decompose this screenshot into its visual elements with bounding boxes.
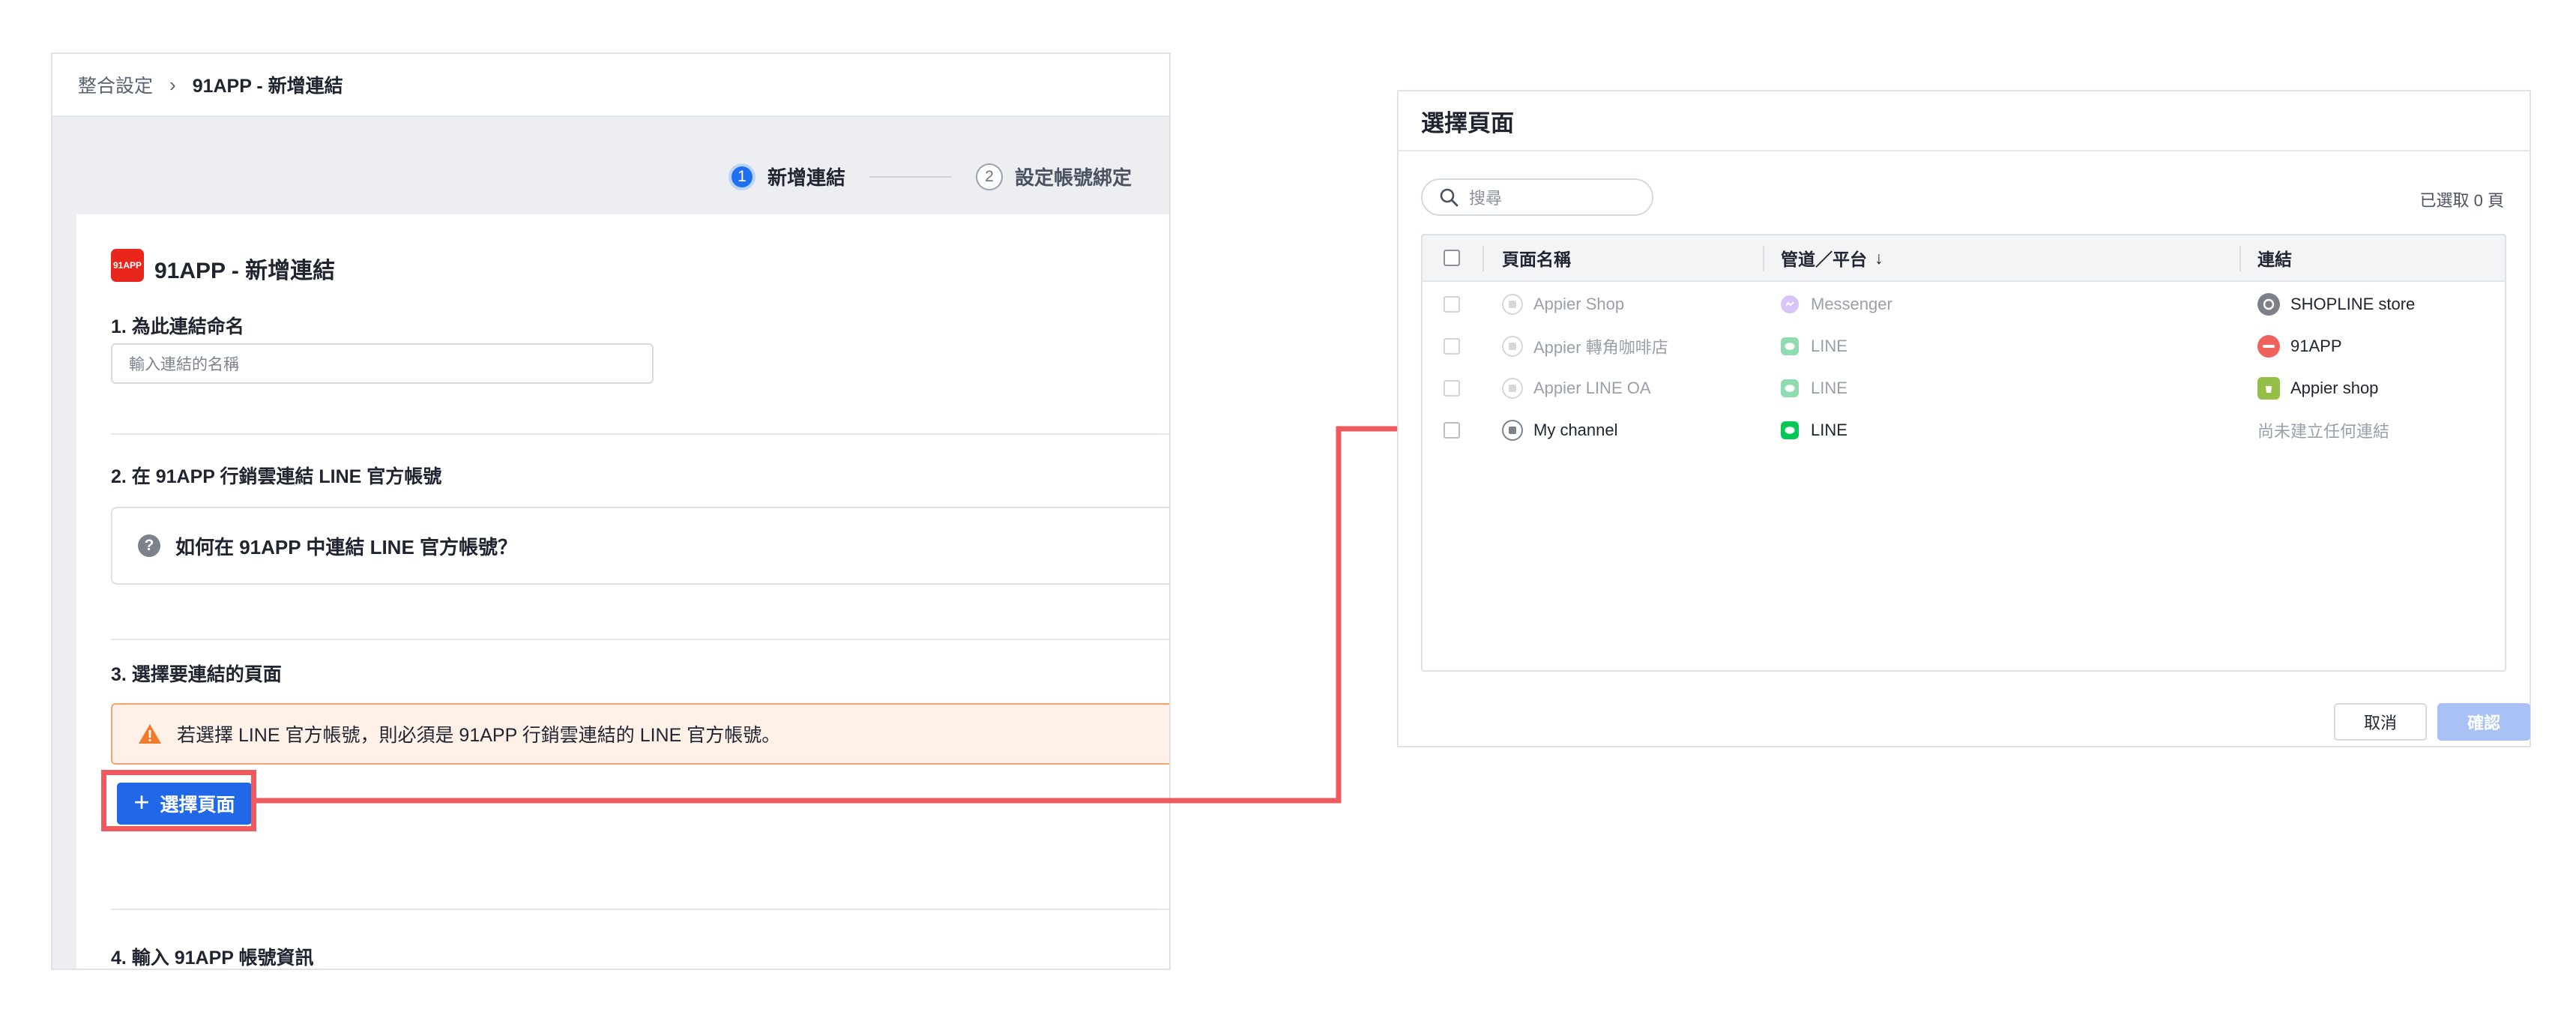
- messenger-icon: [1781, 295, 1799, 313]
- shopify-icon: [2257, 377, 2280, 400]
- line-icon: [1781, 379, 1799, 397]
- column-header-page-name: 頁面名稱: [1502, 250, 1571, 269]
- column-header-channel[interactable]: 管道／平台 ↓: [1781, 235, 1883, 280]
- connection-name: 尚未建立任何連結: [2257, 422, 2390, 441]
- confirm-button[interactable]: 確認: [2437, 703, 2530, 741]
- channel-name: LINE: [1811, 379, 1847, 397]
- page-icon: [1502, 294, 1523, 315]
- table-row[interactable]: Appier 轉角咖啡店 LINE 91APP: [1423, 325, 2505, 367]
- column-header-channel-label: 管道／平台: [1781, 250, 1867, 269]
- page-icon: [1502, 420, 1523, 441]
- select-page-modal: 選擇頁面 搜尋 已選取 0 頁 頁面名稱 管道／平台 ↓ 連結 Appier S…: [1397, 90, 2531, 747]
- column-divider: [1763, 246, 1764, 271]
- selected-count: 已選取 0 頁: [2419, 191, 2504, 210]
- page-name: Appier LINE OA: [1533, 379, 1651, 397]
- checkbox[interactable]: [1444, 250, 1460, 266]
- row-checkbox[interactable]: [1444, 380, 1460, 397]
- row-checkbox[interactable]: [1444, 296, 1460, 313]
- sort-arrow-icon[interactable]: ↓: [1874, 248, 1883, 268]
- channel-name: LINE: [1811, 421, 1847, 439]
- table-header: 頁面名稱 管道／平台 ↓ 連結: [1423, 235, 2505, 282]
- page-icon: [1502, 378, 1523, 399]
- table-row[interactable]: Appier Shop Messenger SHOPLINE store: [1423, 283, 2505, 325]
- table-row[interactable]: Appier LINE OA LINE Appier shop: [1423, 367, 2505, 409]
- select-all-checkbox[interactable]: [1444, 235, 1460, 280]
- search-input[interactable]: 搜尋: [1469, 185, 1502, 209]
- search-icon: [1440, 188, 1459, 207]
- line-icon: [1781, 337, 1799, 355]
- connection-name: SHOPLINE store: [2290, 295, 2416, 313]
- connection-name: 91APP: [2290, 337, 2342, 355]
- row-checkbox[interactable]: [1444, 422, 1460, 439]
- page-name: Appier Shop: [1533, 295, 1625, 313]
- page-name: Appier 轉角咖啡店: [1533, 338, 1668, 357]
- shopline-icon: [2257, 293, 2280, 316]
- column-header-connection: 連結: [2257, 250, 2292, 269]
- channel-name: LINE: [1811, 337, 1847, 355]
- search-field[interactable]: 搜尋: [1421, 178, 1653, 216]
- channel-name: Messenger: [1811, 295, 1892, 313]
- page-table: 頁面名稱 管道／平台 ↓ 連結 Appier Shop Messenger SH…: [1421, 234, 2506, 672]
- connection-name: Appier shop: [2290, 379, 2379, 397]
- row-checkbox[interactable]: [1444, 338, 1460, 355]
- modal-title: 選擇頁面: [1399, 91, 2530, 151]
- 91app-icon: [2257, 335, 2280, 358]
- page-name: My channel: [1533, 421, 1618, 439]
- cancel-button[interactable]: 取消: [2334, 703, 2427, 741]
- column-divider: [1482, 246, 1484, 271]
- table-row[interactable]: My channel LINE 尚未建立任何連結: [1423, 409, 2505, 451]
- column-divider: [2239, 246, 2241, 271]
- line-icon: [1781, 421, 1799, 439]
- page-icon: [1502, 336, 1523, 357]
